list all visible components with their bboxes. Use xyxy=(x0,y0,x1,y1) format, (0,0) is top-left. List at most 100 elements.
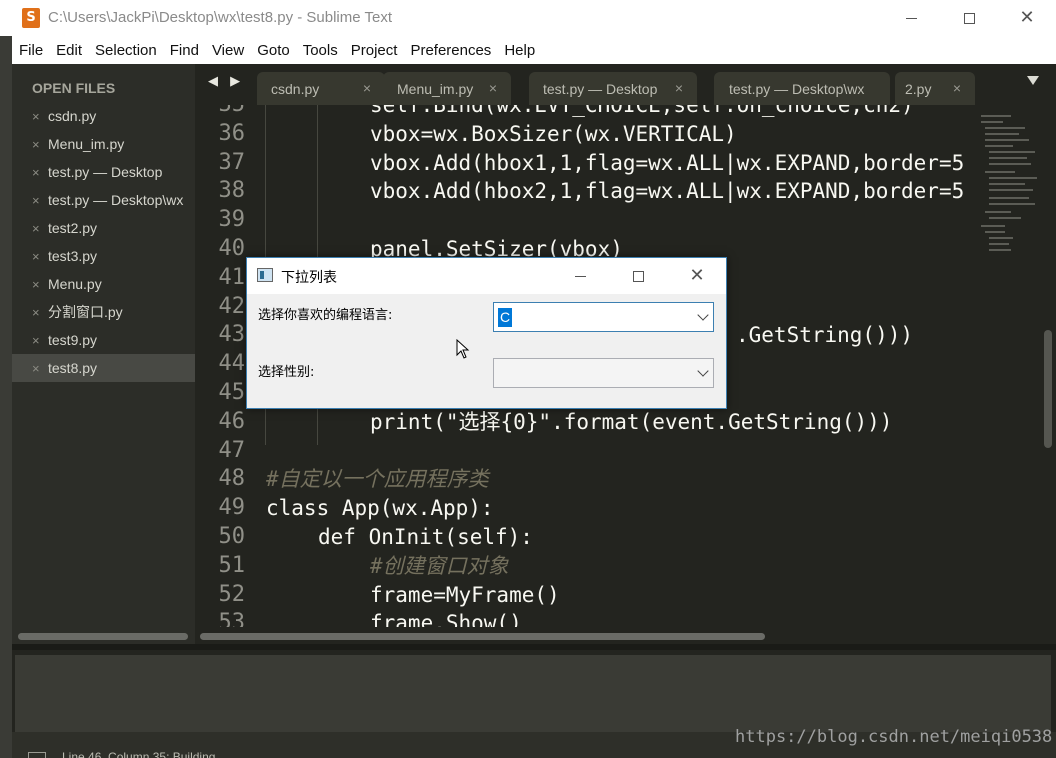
close-file-icon[interactable]: × xyxy=(32,333,44,348)
code-line: self.Bind(wx.EVT_CHOICE,self.on_choice,c… xyxy=(370,105,914,117)
sidebar-item-test9[interactable]: × test9.py xyxy=(12,326,195,354)
tab-test-desktop[interactable]: test.py — Desktop × xyxy=(529,72,697,105)
panel-toggle-icon[interactable] xyxy=(28,752,46,758)
minimap-line xyxy=(985,211,1011,213)
minimap-line xyxy=(985,145,1013,147)
line-number: 40 xyxy=(218,235,246,261)
sidebar-item-label: Menu_im.py xyxy=(48,136,125,152)
sidebar-item-test3[interactable]: × test3.py xyxy=(12,242,195,270)
close-file-icon[interactable]: × xyxy=(32,249,44,264)
menu-file[interactable]: File xyxy=(19,42,43,59)
tab-label: 2.py xyxy=(905,80,932,97)
code-line: frame=MyFrame() xyxy=(370,582,560,607)
minimap-line xyxy=(989,177,1037,179)
minimap-line xyxy=(989,249,1011,251)
close-file-icon[interactable]: × xyxy=(32,221,44,236)
close-file-icon[interactable]: × xyxy=(32,305,44,320)
window-title: C:\Users\JackPi\Desktop\wx\test8.py - Su… xyxy=(48,9,393,26)
code-line: frame.Show() xyxy=(370,611,522,627)
maximize-icon xyxy=(632,270,644,282)
maximize-button[interactable] xyxy=(940,0,998,36)
line-number: 50 xyxy=(218,523,246,549)
minimap[interactable] xyxy=(977,105,1041,627)
line-number: 37 xyxy=(218,149,246,175)
code-line: vbox=wx.BoxSizer(wx.VERTICAL) xyxy=(370,121,737,146)
sidebar-item-test-desktop[interactable]: × test.py — Desktop xyxy=(12,158,195,186)
editor-horizontal-scrollbar[interactable] xyxy=(200,633,765,640)
sidebar-scrollbar[interactable] xyxy=(18,633,188,640)
line-number: 41 xyxy=(218,264,246,290)
tab-label: Menu_im.py xyxy=(397,80,474,97)
panel-divider[interactable] xyxy=(12,644,1056,650)
tab-close-icon[interactable]: × xyxy=(953,80,961,96)
minimap-line xyxy=(985,231,1005,233)
tab-menu-im[interactable]: Menu_im.py × xyxy=(383,72,511,105)
dialog-maximize-button[interactable] xyxy=(609,258,667,294)
sidebar-item-label: csdn.py xyxy=(48,108,97,124)
editor-scroll-thumb[interactable] xyxy=(1044,330,1052,448)
build-output-panel[interactable] xyxy=(15,655,1051,732)
language-choice[interactable]: C xyxy=(493,302,714,332)
menu-preferences[interactable]: Preferences xyxy=(410,42,491,59)
gender-choice[interactable] xyxy=(493,358,714,388)
menu-project[interactable]: Project xyxy=(351,42,398,59)
line-number: 48 xyxy=(218,466,246,492)
close-file-icon[interactable]: × xyxy=(32,193,44,208)
sidebar-item-menu-im[interactable]: × Menu_im.py xyxy=(12,130,195,158)
sidebar-item-test-desktop-wx[interactable]: × test.py — Desktop\wx xyxy=(12,186,195,214)
menu-help[interactable]: Help xyxy=(504,42,535,59)
sidebar-item-label: test9.py xyxy=(48,332,98,348)
tab-list-dropdown-icon[interactable] xyxy=(1027,76,1039,85)
line-number: 36 xyxy=(218,120,246,146)
menu-edit[interactable]: Edit xyxy=(56,42,82,59)
close-file-icon[interactable]: × xyxy=(32,137,44,152)
sidebar-item-test8[interactable]: × test8.py xyxy=(12,354,195,382)
minimap-line xyxy=(989,243,1009,245)
tab-csdn[interactable]: csdn.py × xyxy=(257,72,385,105)
tab-label: csdn.py xyxy=(271,80,320,97)
menu-tools[interactable]: Tools xyxy=(303,42,338,59)
minimize-icon xyxy=(574,275,586,277)
tab-test-desktop-wx[interactable]: test.py — Desktop\wx xyxy=(714,72,890,105)
sidebar-item-csdn[interactable]: × csdn.py xyxy=(12,102,195,130)
minimap-line xyxy=(985,139,1029,141)
tab-close-icon[interactable]: × xyxy=(363,80,371,96)
tab-label: test.py — Desktop xyxy=(543,80,658,97)
close-file-icon[interactable]: × xyxy=(32,277,44,292)
window-titlebar: S C:\Users\JackPi\Desktop\wx\test8.py - … xyxy=(0,0,1056,36)
line-number: 46 xyxy=(218,408,246,434)
tab-nav-arrows[interactable]: ◀ ▶ xyxy=(208,74,244,89)
minimap-line xyxy=(989,163,1031,165)
sidebar-item-split-window[interactable]: × 分割窗口.py xyxy=(12,298,195,326)
minimap-line xyxy=(989,189,1033,191)
dialog-close-button[interactable]: ✕ xyxy=(668,258,726,294)
tab-test8[interactable]: 2.py × xyxy=(895,72,975,105)
tab-close-icon[interactable]: × xyxy=(675,80,683,96)
close-file-icon[interactable]: × xyxy=(32,109,44,124)
menu-view[interactable]: View xyxy=(212,42,244,59)
menu-selection[interactable]: Selection xyxy=(95,42,157,59)
code-line: vbox.Add(hbox1,1,flag=wx.ALL|wx.EXPAND,b… xyxy=(370,150,965,175)
minimap-line xyxy=(989,151,1035,153)
sidebar-item-menu[interactable]: × Menu.py xyxy=(12,270,195,298)
line-number: 35 xyxy=(195,105,246,120)
sidebar-title: OPEN FILES xyxy=(32,80,116,96)
line-number: 43 xyxy=(218,322,246,348)
line-number: 47 xyxy=(218,437,246,463)
menu-find[interactable]: Find xyxy=(170,42,199,59)
menu-goto[interactable]: Goto xyxy=(257,42,290,59)
dialog-minimize-button[interactable] xyxy=(551,258,609,294)
minimap-line xyxy=(985,133,1019,135)
close-file-icon[interactable]: × xyxy=(32,361,44,376)
line-number: 53 xyxy=(218,610,246,627)
tab-close-icon[interactable]: × xyxy=(489,80,497,96)
close-icon: ✕ xyxy=(689,265,705,286)
minimap-line xyxy=(981,225,1005,227)
close-button[interactable]: ✕ xyxy=(998,0,1056,36)
minimize-button[interactable] xyxy=(882,0,940,36)
close-file-icon[interactable]: × xyxy=(32,165,44,180)
code-line: #自定以一个应用程序类 xyxy=(266,467,489,492)
sidebar-item-test2[interactable]: × test2.py xyxy=(12,214,195,242)
code-line: #创建窗口对象 xyxy=(370,553,509,578)
